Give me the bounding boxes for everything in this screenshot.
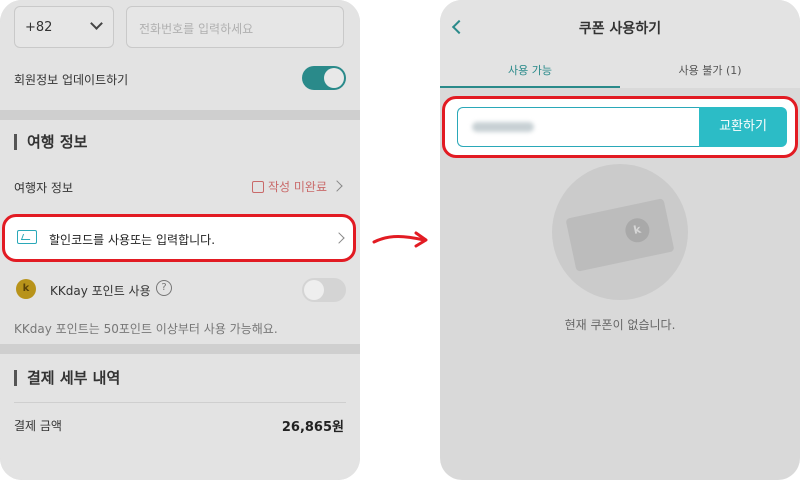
- coupon-code-box: 교환하기: [442, 96, 798, 158]
- page-title: 쿠폰 사용하기: [578, 21, 662, 37]
- right-phone-screen: 쿠폰 사용하기 사용 가능 사용 불가 (1) 교환하기 k 현재 쿠폰이 없습…: [440, 0, 800, 480]
- edit-icon: [252, 181, 264, 193]
- chevron-right-icon: [333, 232, 345, 244]
- chevron-down-icon: [90, 17, 103, 30]
- empty-state-illustration: k: [552, 164, 688, 300]
- toggle-knob: [304, 280, 324, 300]
- traveler-info-status[interactable]: 작성 미완료: [252, 178, 327, 195]
- help-icon[interactable]: ?: [156, 280, 172, 296]
- tab-available[interactable]: 사용 가능: [440, 62, 620, 78]
- points-label: KKday 포인트 사용: [50, 284, 151, 298]
- points-note: KKday 포인트는 50포인트 이상부터 사용 가능해요.: [14, 322, 278, 336]
- traveler-info-label: 여행자 정보: [14, 181, 74, 195]
- transition-arrow-icon: [372, 231, 428, 248]
- left-phone-screen: +82 전화번호를 입력하세요 회원정보 업데이트하기 여행 정보 여행자 정보…: [0, 0, 360, 480]
- active-tab-indicator: [440, 86, 620, 88]
- redeem-button[interactable]: 교환하기: [699, 107, 787, 147]
- member-update-label: 회원정보 업데이트하기: [14, 73, 129, 87]
- coupon-ticket-icon: k: [565, 198, 675, 272]
- tab-unavailable[interactable]: 사용 불가 (1): [620, 62, 800, 78]
- toggle-knob: [324, 68, 344, 88]
- discount-code-row[interactable]: 할인코드를 사용또는 입력합니다.: [2, 214, 356, 262]
- country-code-select[interactable]: +82: [14, 6, 114, 48]
- divider: [0, 110, 360, 120]
- travel-section-title: 여행 정보: [14, 134, 87, 150]
- traveler-info-status-text: 작성 미완료: [268, 180, 328, 194]
- empty-state-message: 현재 쿠폰이 없습니다.: [564, 318, 676, 332]
- blurred-code-text: [472, 122, 534, 132]
- kkday-badge-icon: k: [623, 216, 652, 245]
- divider: [14, 402, 346, 403]
- payment-amount-label: 결제 금액: [14, 419, 62, 433]
- coupon-code-input[interactable]: [457, 107, 701, 147]
- member-update-toggle[interactable]: [302, 66, 346, 90]
- kkday-coin-icon: k: [16, 279, 36, 299]
- payment-section-title: 결제 세부 내역: [14, 370, 120, 386]
- phone-number-input[interactable]: 전화번호를 입력하세요: [126, 6, 344, 48]
- payment-amount-value: 26,865원: [281, 420, 344, 435]
- discount-code-text: 할인코드를 사용또는 입력합니다.: [49, 233, 216, 247]
- ticket-icon: [17, 230, 37, 244]
- divider: [0, 344, 360, 354]
- points-toggle[interactable]: [302, 278, 346, 302]
- country-code-value: +82: [25, 20, 53, 35]
